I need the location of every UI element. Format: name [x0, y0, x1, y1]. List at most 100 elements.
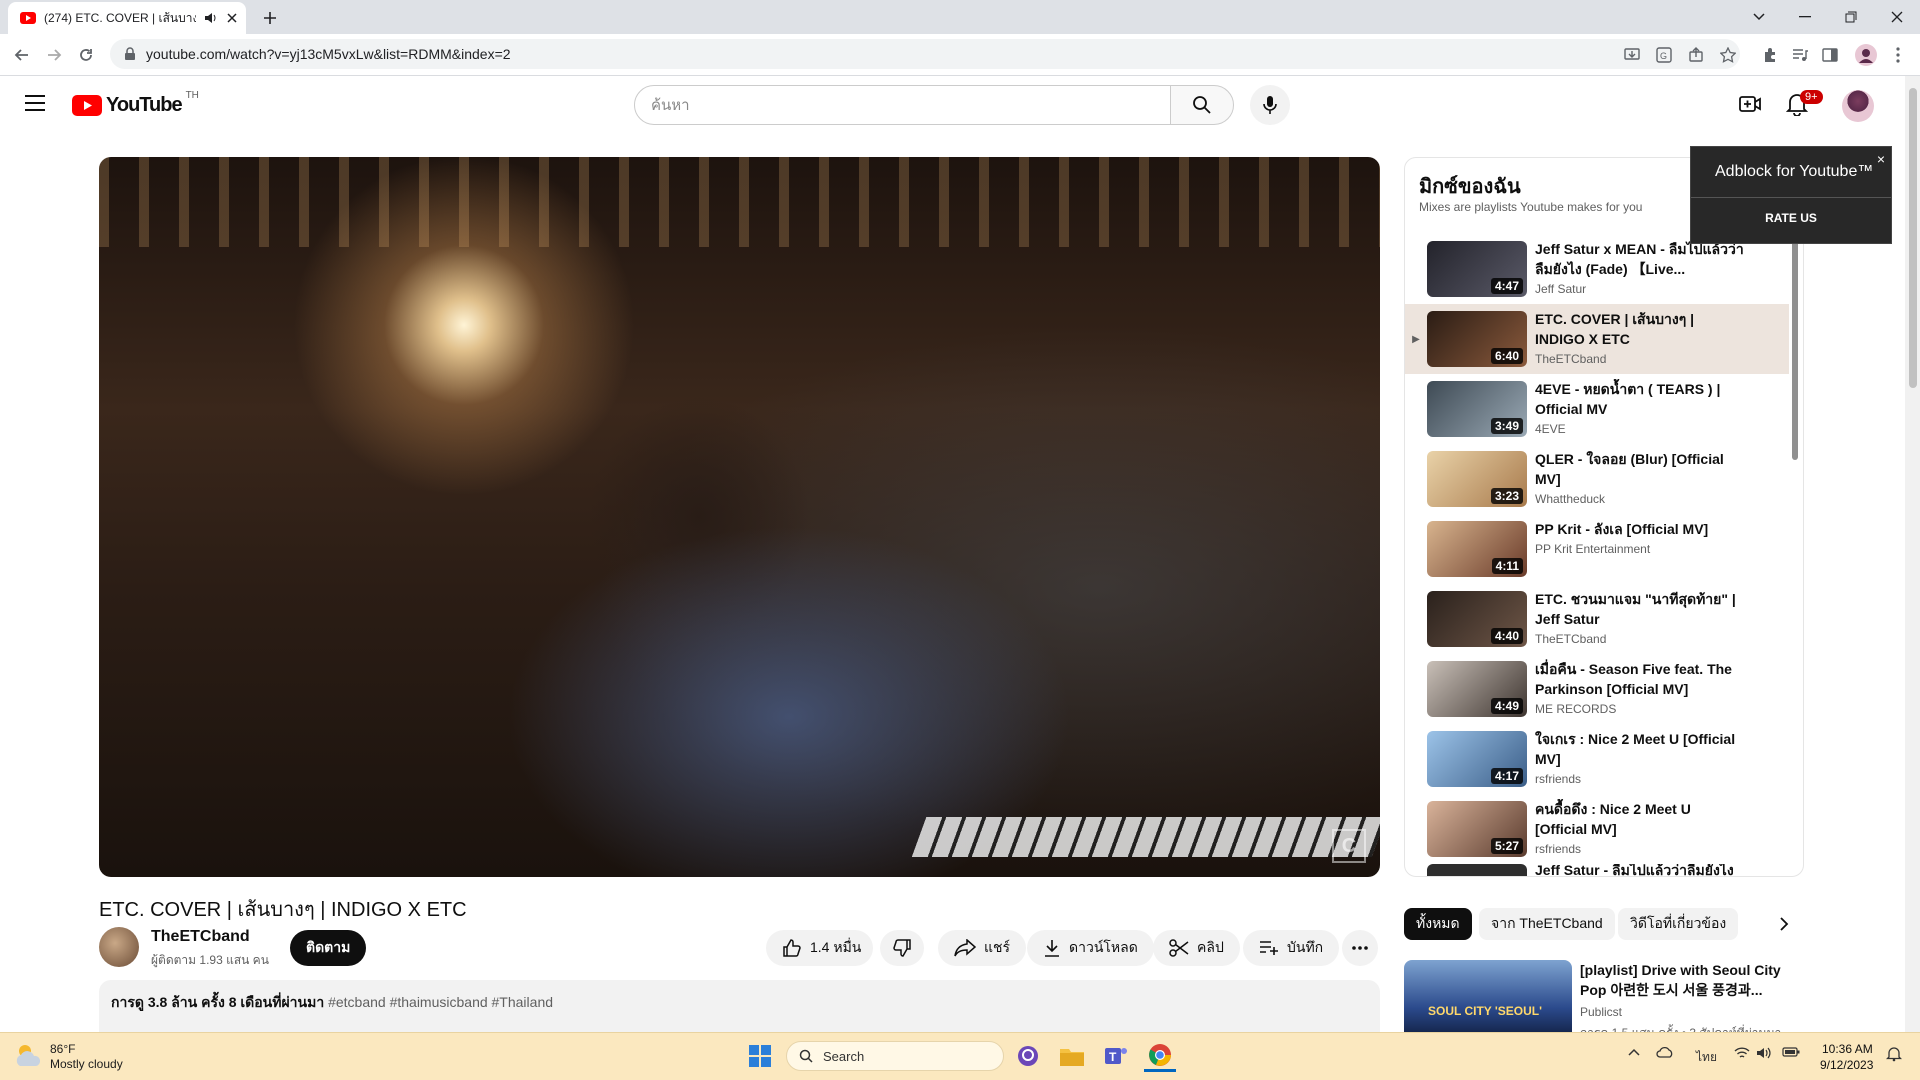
playlist-item[interactable]: 4:40 ETC. ชวนมาแจม "นาทีสุดท้าย" | Jeff …: [1405, 584, 1789, 654]
chevron-right-icon: [1780, 917, 1789, 931]
clock-date[interactable]: 9/12/2023: [1820, 1058, 1873, 1072]
taskbar-search[interactable]: Search: [786, 1041, 1004, 1071]
channel-avatar[interactable]: [99, 927, 139, 967]
bookmark-star-icon[interactable]: [1714, 41, 1742, 69]
search-icon: [1193, 96, 1211, 114]
playlist-item[interactable]: 4:17 ใจเกเร : Nice 2 Meet U [Official MV…: [1405, 724, 1789, 794]
speaker-icon[interactable]: [204, 11, 218, 25]
account-avatar[interactable]: [1842, 90, 1874, 122]
close-icon: [1891, 11, 1903, 23]
playlist-thumbnail: 4:40: [1427, 591, 1527, 647]
playlist-item[interactable]: 4:11 PP Krit - ลังเล [Official MV] PP Kri…: [1405, 514, 1789, 584]
tab-search-button[interactable]: [1736, 0, 1782, 34]
dislike-button[interactable]: [880, 930, 924, 966]
video-player[interactable]: C: [99, 157, 1380, 877]
page-scrollbar[interactable]: [1905, 76, 1920, 1032]
extensions-icon[interactable]: [1756, 41, 1784, 69]
create-video-button[interactable]: [1738, 92, 1762, 116]
chrome-menu-icon[interactable]: [1884, 41, 1912, 69]
channel-name[interactable]: TheETCband: [151, 928, 250, 946]
restore-button[interactable]: [1828, 0, 1874, 34]
playlist-item[interactable]: 5:27 คนดื้อดึง : Nice 2 Meet U [Official…: [1405, 794, 1789, 864]
playlist-item-channel: PP Krit Entertainment: [1535, 542, 1651, 556]
share-button[interactable]: แชร์: [938, 930, 1027, 966]
playlist-scrollbar[interactable]: [1792, 230, 1798, 460]
address-bar[interactable]: youtube.com/watch?v=yj13cM5vxLw&list=RDM…: [110, 39, 1740, 69]
wifi-icon[interactable]: [1734, 1046, 1750, 1060]
install-app-icon[interactable]: [1618, 41, 1646, 69]
search-icon: [799, 1049, 813, 1063]
search-input[interactable]: [634, 85, 1171, 125]
onedrive-icon[interactable]: [1656, 1046, 1674, 1058]
duration-badge: 5:27: [1490, 838, 1523, 854]
close-window-button[interactable]: [1874, 0, 1920, 34]
notification-center-icon[interactable]: [1886, 1046, 1902, 1062]
playlist-item[interactable]: 3:49 4EVE - หยดน้ำตา ( TEARS ) | Officia…: [1405, 374, 1789, 444]
hashtags[interactable]: #etcband #thaimusicband #Thailand: [328, 994, 553, 1010]
playlist-item[interactable]: 4:49 เมื่อคืน - Season Five feat. The Pa…: [1405, 654, 1789, 724]
playlist-item[interactable]: 3:23 QLER - ใจลอย (Blur) [Official MV] Wh…: [1405, 444, 1789, 514]
weather-widget[interactable]: [14, 1042, 44, 1068]
thumbs-up-icon: [783, 939, 801, 957]
taskbar-app-copilot[interactable]: [1012, 1040, 1044, 1072]
recommended-title[interactable]: [playlist] Drive with Seoul City Pop 아련한…: [1580, 960, 1790, 1000]
save-button[interactable]: บันทึก: [1243, 930, 1340, 966]
channel-watermark-icon[interactable]: C: [1332, 829, 1366, 863]
subscribe-button[interactable]: ติดตาม: [290, 930, 367, 966]
playlist-title: มิกซ์ของฉัน: [1419, 176, 1521, 198]
microphone-icon: [1263, 96, 1277, 114]
minimize-button[interactable]: [1782, 0, 1828, 34]
more-actions-button[interactable]: [1342, 930, 1378, 966]
media-control-icon[interactable]: [1786, 41, 1814, 69]
back-button[interactable]: [8, 41, 36, 69]
youtube-logo[interactable]: YouTube TH: [72, 90, 199, 117]
search-button[interactable]: [1170, 85, 1234, 125]
side-panel-icon[interactable]: [1816, 41, 1844, 69]
playlist-item-partial[interactable]: Jeff Satur - ลืมไปแล้วว่าลืมยังไง: [1405, 864, 1789, 876]
scissors-icon: [1169, 939, 1189, 957]
playlist-item-channel: 4EVE: [1535, 422, 1566, 436]
chevron-up-icon: [1628, 1048, 1640, 1056]
start-button[interactable]: [744, 1040, 776, 1072]
close-tab-icon[interactable]: [226, 12, 238, 24]
chips-next-button[interactable]: [1772, 912, 1796, 936]
chip-from-channel[interactable]: จาก TheETCband: [1479, 908, 1615, 940]
taskbar-app-explorer[interactable]: [1056, 1040, 1088, 1072]
playlist-thumbnail: 4:17: [1427, 731, 1527, 787]
recommended-channel[interactable]: Publicst: [1580, 1005, 1622, 1019]
tab-title: (274) ETC. COVER | เส้นบางๆ | I: [44, 10, 196, 25]
clip-button[interactable]: คลิป: [1153, 930, 1240, 966]
voice-search-button[interactable]: [1250, 85, 1290, 125]
playlist-item-current[interactable]: ▶ 6:40 ETC. COVER | เส้นบางๆ | INDIGO X …: [1405, 304, 1789, 374]
playlist-item[interactable]: 4:47 Jeff Satur x MEAN - ลืมไปแล้วว่าลืม…: [1405, 234, 1789, 304]
share-page-icon[interactable]: [1682, 41, 1710, 69]
adblock-close-button[interactable]: ×: [1877, 151, 1885, 167]
recommended-thumbnail[interactable]: SOUL CITY 'SEOUL': [1404, 960, 1572, 1040]
page-scrollbar-thumb[interactable]: [1909, 88, 1917, 388]
browser-tab[interactable]: (274) ETC. COVER | เส้นบางๆ | I: [8, 2, 246, 34]
duration-badge: 3:49: [1490, 418, 1523, 434]
reload-button[interactable]: [72, 41, 100, 69]
taskbar-app-chrome[interactable]: [1144, 1040, 1176, 1072]
video-title: ETC. COVER | เส้นบางๆ | INDIGO X ETC: [99, 899, 467, 921]
download-icon: [1045, 940, 1059, 957]
taskbar-app-teams[interactable]: T: [1100, 1040, 1132, 1072]
rate-us-button[interactable]: RATE US: [1691, 211, 1891, 225]
video-frame-bar-shelf: [99, 157, 1380, 247]
show-hidden-icons-button[interactable]: [1628, 1048, 1640, 1056]
playlist-item-channel: Whattheduck: [1535, 492, 1606, 506]
chip-all[interactable]: ทั้งหมด: [1404, 908, 1472, 940]
forward-button[interactable]: [40, 41, 68, 69]
profile-avatar-icon[interactable]: [1852, 41, 1880, 69]
battery-icon[interactable]: [1782, 1047, 1800, 1057]
volume-icon[interactable]: [1756, 1046, 1772, 1060]
chat-app-icon: [1018, 1046, 1038, 1066]
hamburger-menu-button[interactable]: [24, 94, 46, 112]
new-tab-button[interactable]: [258, 6, 282, 30]
translate-icon[interactable]: G: [1650, 41, 1678, 69]
like-button[interactable]: 1.4 หมื่น: [766, 930, 874, 966]
clock-time[interactable]: 10:36 AM: [1822, 1042, 1873, 1056]
download-button[interactable]: ดาวน์โหลด: [1027, 930, 1154, 966]
input-language[interactable]: ไทย: [1696, 1048, 1717, 1067]
chip-related[interactable]: วิดีโอที่เกี่ยวข้อง: [1618, 908, 1739, 940]
